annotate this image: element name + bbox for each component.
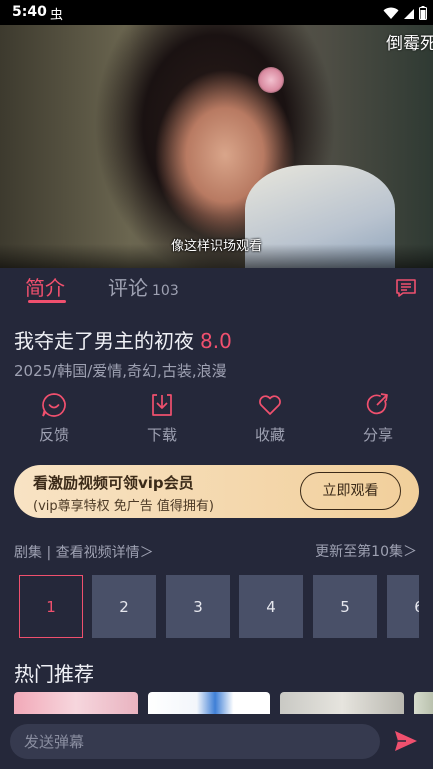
show-title-row: 我夺走了男主的初夜 8.0: [14, 325, 232, 354]
video-overlay-text: 倒霉死: [386, 34, 433, 54]
status-time: 5:40: [12, 4, 47, 20]
video-frame-hairpin: [258, 67, 284, 93]
download-label: 下载: [146, 426, 177, 444]
hot-recommend-list: [14, 692, 433, 714]
danmaku-toggle-icon[interactable]: [395, 278, 417, 298]
video-player[interactable]: 倒霉死 像这样识场观看: [0, 25, 433, 268]
share-icon: [366, 393, 388, 415]
favorite-label: 收藏: [254, 426, 285, 444]
signal-icon: [403, 5, 415, 24]
download-icon: [152, 394, 172, 416]
vip-banner[interactable]: 看激励视频可领vip会员 (vip尊享特权 免广告 值得拥有) 立即观看: [14, 465, 419, 518]
feedback-icon: [42, 393, 66, 417]
recommend-thumbnail[interactable]: [148, 692, 270, 714]
recommend-thumbnail[interactable]: [14, 692, 138, 714]
vip-subtitle: (vip尊享特权 免广告 值得拥有): [33, 499, 214, 514]
vip-title: 看激励视频可领vip会员: [33, 474, 194, 492]
episode-item[interactable]: 3: [166, 575, 230, 638]
show-title: 我夺走了男主的初夜: [14, 329, 194, 353]
share-label: 分享: [362, 426, 393, 444]
episode-item[interactable]: 6: [387, 575, 419, 638]
video-subtitle: 像这样识场观看: [170, 239, 262, 254]
favorite-button[interactable]: 收藏: [230, 390, 310, 445]
episode-list: 1 2 3 4 5 6: [19, 575, 419, 639]
comment-count: 103: [152, 283, 179, 299]
share-button[interactable]: 分享: [338, 390, 418, 445]
episode-item[interactable]: 4: [239, 575, 303, 638]
watch-now-button[interactable]: 立即观看: [300, 472, 401, 510]
episodes-update-link[interactable]: 更新至第10集＞: [315, 541, 417, 561]
danmaku-bar: [0, 714, 433, 769]
episode-item[interactable]: 1: [19, 575, 83, 638]
status-bar: 5:40 虫: [0, 0, 433, 25]
episode-item[interactable]: 5: [313, 575, 377, 638]
show-meta: 2025/韩国/爱情,奇幻,古装,浪漫: [14, 362, 227, 380]
danmaku-input[interactable]: [10, 724, 380, 759]
download-button[interactable]: 下载: [122, 390, 202, 445]
wifi-icon: [383, 5, 399, 24]
detail-tabs: 简介 评论 103: [0, 268, 433, 308]
battery-icon: [419, 5, 427, 24]
send-icon[interactable]: [394, 730, 418, 752]
episode-item[interactable]: 2: [92, 575, 156, 638]
tab-comments-label: 评论: [108, 276, 148, 300]
heart-icon: [259, 395, 281, 415]
debug-bug-icon: 虫: [50, 8, 64, 23]
recommend-thumbnail[interactable]: [414, 692, 433, 714]
action-bar: 反馈 下载 收藏 分享: [0, 390, 433, 450]
episodes-details-link[interactable]: 剧集 | 查看视频详情＞: [14, 542, 154, 562]
hot-recommend-title: 热门推荐: [14, 662, 94, 686]
recommend-thumbnail[interactable]: [280, 692, 404, 714]
status-icons: [383, 5, 427, 24]
tab-comments[interactable]: 评论 103: [108, 272, 179, 301]
show-score: 8.0: [200, 329, 232, 353]
feedback-button[interactable]: 反馈: [14, 390, 94, 445]
feedback-label: 反馈: [38, 426, 69, 444]
tab-active-indicator: [28, 300, 66, 303]
tab-intro[interactable]: 简介: [25, 272, 65, 301]
